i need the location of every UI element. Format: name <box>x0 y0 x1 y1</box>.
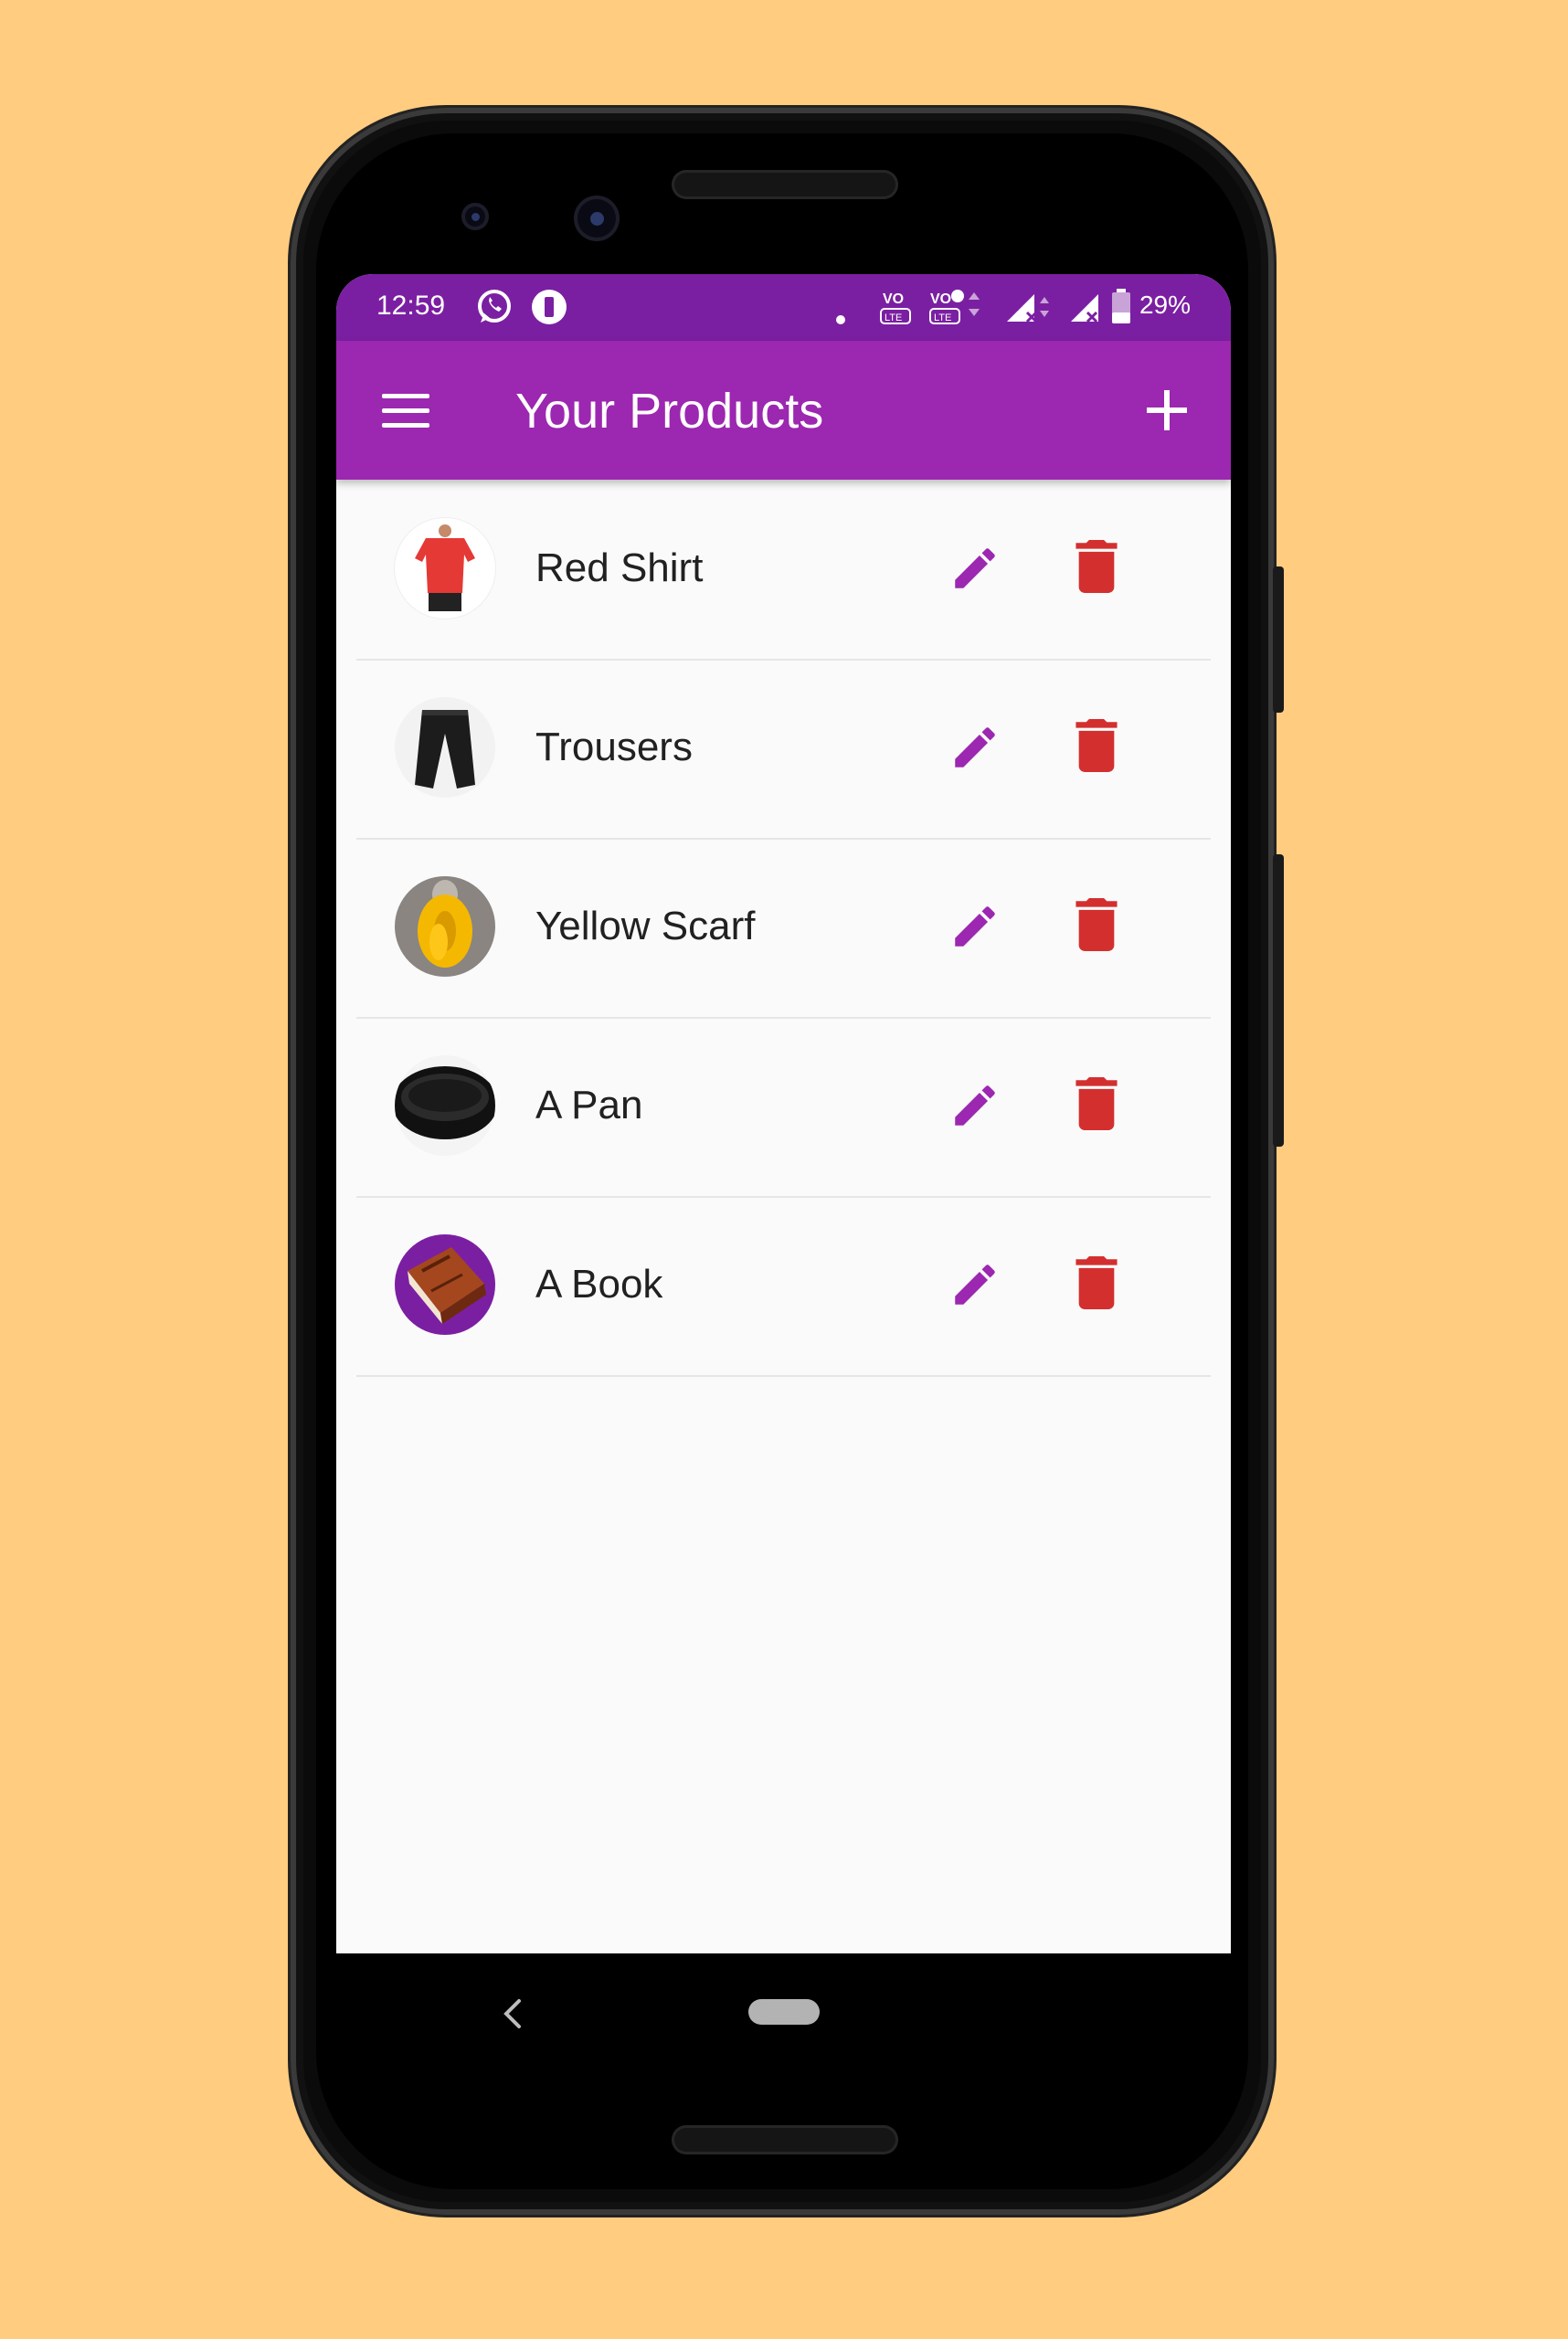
battery-percent: 29% <box>1139 291 1191 319</box>
back-icon[interactable] <box>499 1995 526 2032</box>
product-image-red-shirt <box>395 518 495 619</box>
battery-icon <box>1111 289 1131 333</box>
status-time: 12:59 <box>376 291 446 321</box>
svg-text:LTE: LTE <box>885 312 902 323</box>
product-image-pan <box>395 1055 495 1156</box>
edit-icon[interactable] <box>948 721 1001 774</box>
whatsapp-icon <box>475 288 514 333</box>
product-title: A Pan <box>535 1083 643 1127</box>
product-title: Yellow Scarf <box>535 904 756 948</box>
dot-icon <box>835 302 846 333</box>
delete-icon[interactable] <box>1075 898 1118 951</box>
app-screen: 12:59 VO LTE VO LTE 29% Your Products Re… <box>336 274 1231 1953</box>
product-title: Red Shirt <box>535 545 704 590</box>
svg-text:LTE: LTE <box>934 312 951 323</box>
status-bar: 12:59 VO LTE VO LTE 29% <box>336 274 1231 341</box>
product-row[interactable]: A Pan <box>356 1017 1211 1198</box>
svg-text:VO: VO <box>930 291 951 307</box>
product-row[interactable]: Red Shirt <box>356 480 1211 661</box>
product-image-trousers <box>395 697 495 798</box>
product-image-book <box>395 1234 495 1335</box>
menu-icon[interactable] <box>382 394 429 429</box>
app-notification-icon <box>530 288 568 333</box>
edit-icon[interactable] <box>948 1258 1001 1311</box>
edit-icon[interactable] <box>948 1079 1001 1132</box>
signal-icon-2 <box>1067 289 1104 333</box>
product-row[interactable]: A Book <box>356 1196 1211 1377</box>
volte-icon: VO LTE <box>877 285 917 334</box>
power-button <box>1273 566 1284 713</box>
system-nav-bar <box>336 1953 1231 2072</box>
delete-icon[interactable] <box>1075 1077 1118 1130</box>
product-row[interactable]: Trousers <box>356 659 1211 840</box>
delete-icon[interactable] <box>1075 719 1118 772</box>
product-title: Trousers <box>535 725 693 769</box>
add-product-icon[interactable] <box>1139 383 1194 438</box>
volume-button <box>1273 854 1284 1147</box>
product-image-yellow-scarf <box>395 876 495 977</box>
front-camera-2-icon <box>574 196 620 241</box>
delete-icon[interactable] <box>1075 540 1118 593</box>
svg-text:VO: VO <box>883 291 904 307</box>
delete-icon[interactable] <box>1075 1256 1118 1309</box>
edit-icon[interactable] <box>948 900 1001 953</box>
edit-icon[interactable] <box>948 542 1001 595</box>
front-camera-icon <box>461 203 489 230</box>
home-pill-button[interactable] <box>748 1999 820 2025</box>
page-title: Your Products <box>515 384 824 439</box>
app-bar: Your Products <box>336 341 1231 480</box>
signal-icon <box>1003 289 1054 333</box>
volte2-icon: VO LTE <box>928 285 983 334</box>
product-title: A Book <box>535 1262 663 1307</box>
earpiece-speaker <box>672 170 898 199</box>
product-row[interactable]: Yellow Scarf <box>356 838 1211 1019</box>
bottom-speaker <box>672 2125 898 2154</box>
